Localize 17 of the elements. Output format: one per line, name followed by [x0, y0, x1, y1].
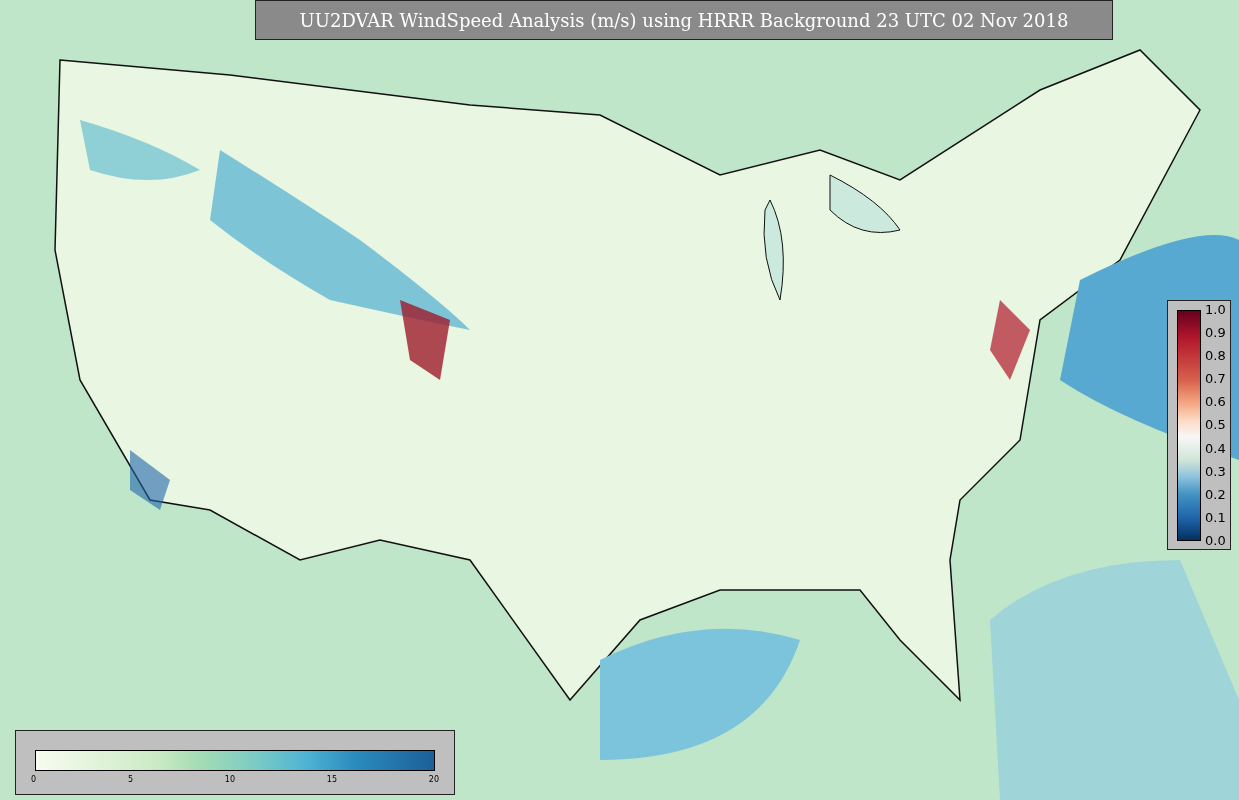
tick-label: 0.7: [1205, 371, 1226, 388]
tick-label: 0.4: [1205, 440, 1226, 457]
tick-label: 5: [127, 775, 133, 785]
tick-label: 15: [326, 775, 337, 785]
plot-title: UU2DVAR WindSpeed Analysis (m/s) using HRRR Background 23 UTC 02 Nov 2018: [255, 0, 1113, 40]
tick-label: 0.5: [1205, 417, 1226, 434]
tick-label: 0.6: [1205, 394, 1226, 411]
tick-label: 1.0: [1205, 302, 1226, 318]
tick-label: 0: [31, 775, 37, 785]
tick-label: 0.8: [1205, 348, 1226, 365]
tick-label: 10: [224, 775, 235, 785]
tick-label: 0.0: [1205, 532, 1226, 549]
tick-label: 0.1: [1205, 509, 1226, 526]
tick-label: 0.9: [1205, 325, 1226, 342]
tick-label: 0.2: [1205, 486, 1226, 503]
tick-label: 0.3: [1205, 463, 1226, 480]
tick-label: 20: [428, 775, 439, 785]
